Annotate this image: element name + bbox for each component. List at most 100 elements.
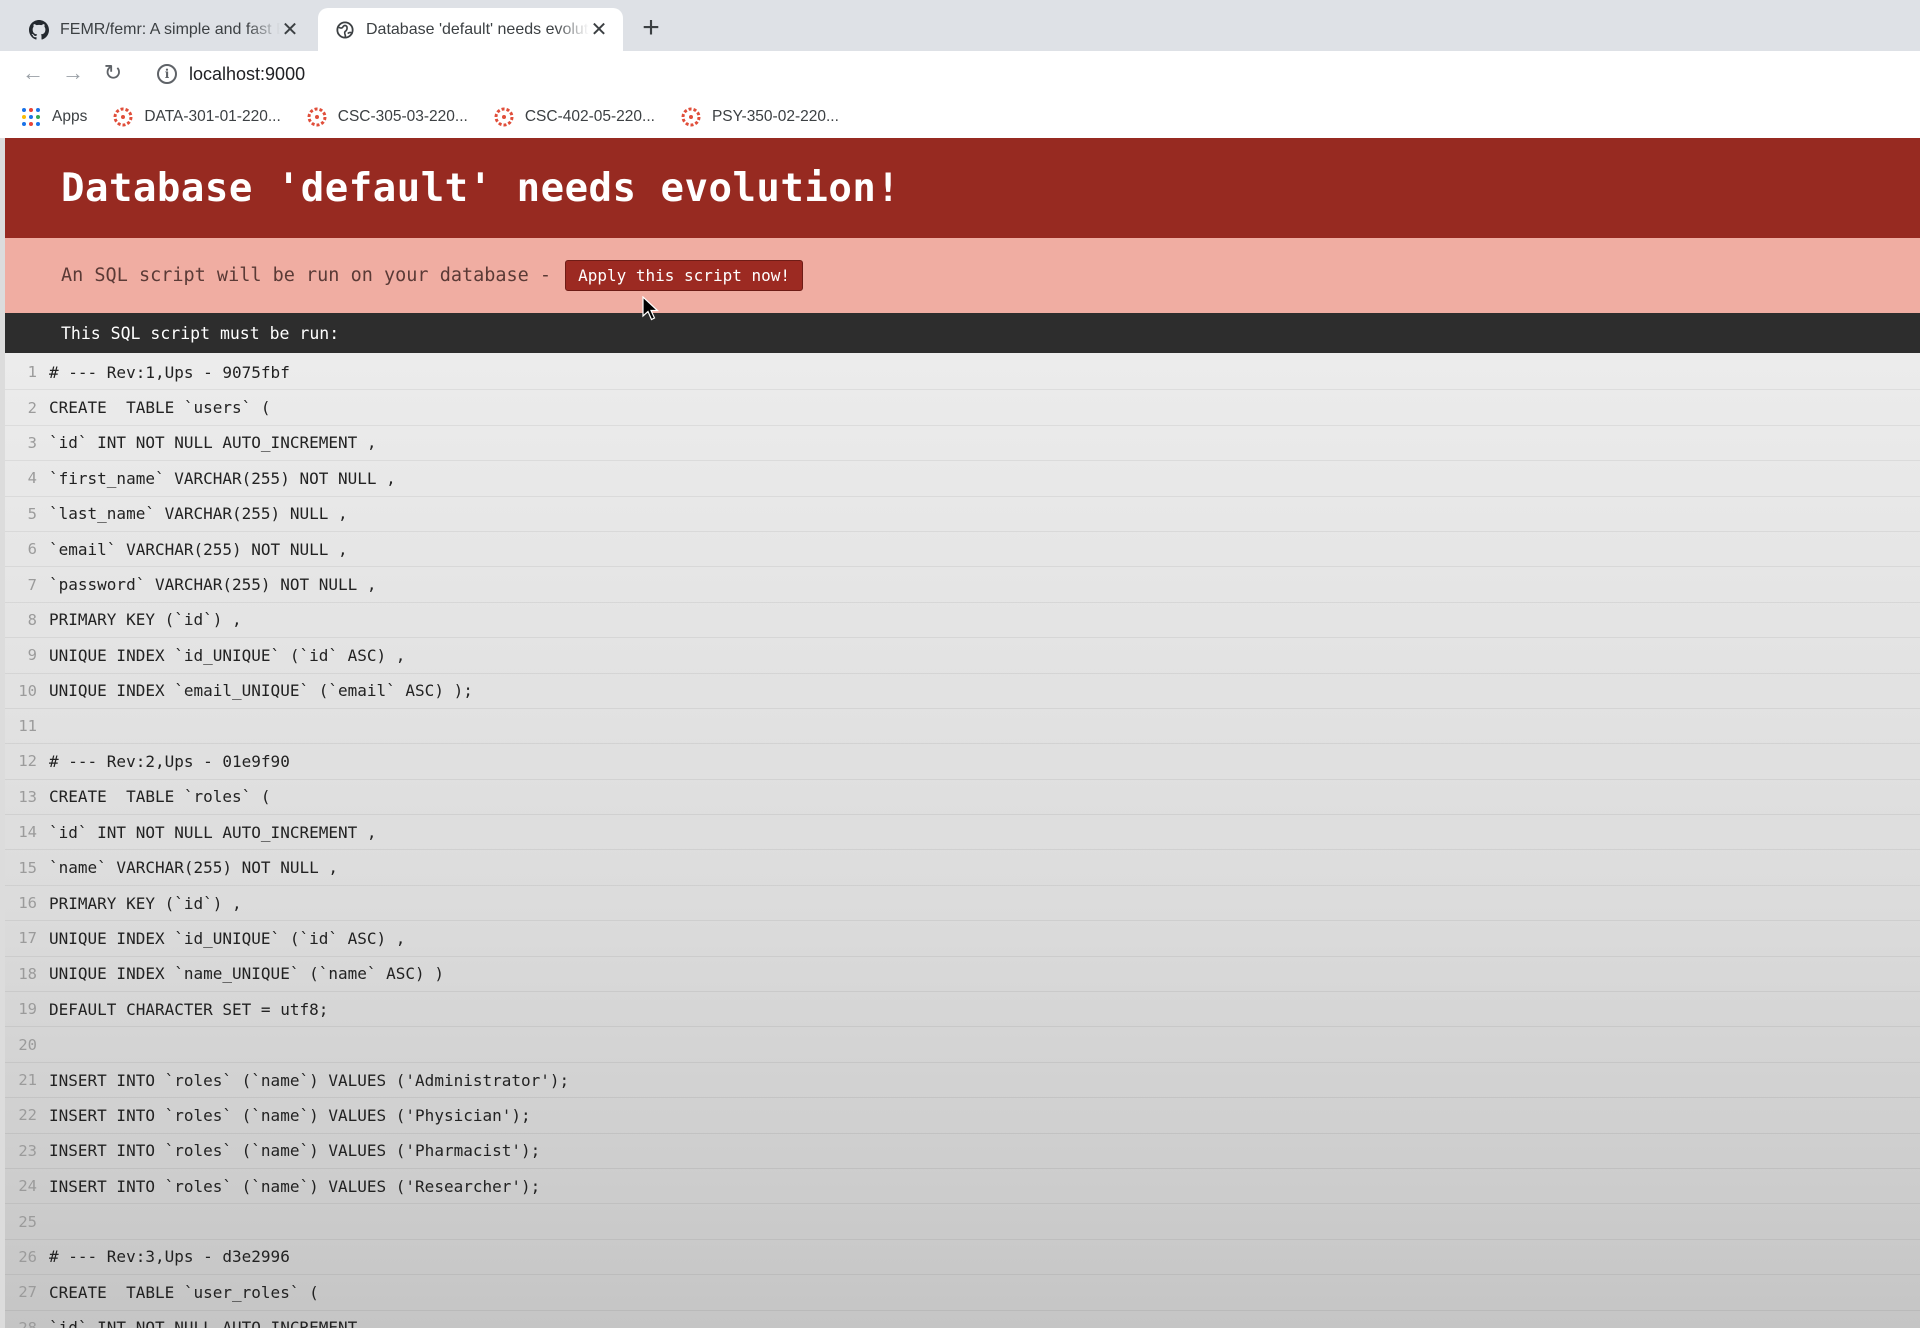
info-icon[interactable]: i <box>157 64 177 84</box>
line-text: `email` VARCHAR(255) NOT NULL , <box>49 539 348 559</box>
close-icon[interactable]: ✕ <box>589 17 609 42</box>
code-line: 12 # --- Rev:2,Ups - 01e9f90 <box>5 744 1920 780</box>
bookmark-data-301[interactable]: DATA-301-01-220... <box>112 106 281 128</box>
back-arrow-icon[interactable]: ← <box>18 58 48 88</box>
reload-icon[interactable]: ↻ <box>98 58 128 88</box>
apply-script-button[interactable]: Apply this script now! <box>565 260 803 291</box>
line-text: INSERT INTO `roles` (`name`) VALUES ('Re… <box>49 1176 541 1196</box>
bookmark-psy-350[interactable]: PSY-350-02-220... <box>680 106 839 128</box>
code-line: 16 PRIMARY KEY (`id`) , <box>5 886 1920 922</box>
line-text: INSERT INTO `roles` (`name`) VALUES ('Ph… <box>49 1105 531 1125</box>
line-number: 10 <box>18 681 37 700</box>
line-number: 28 <box>18 1318 37 1328</box>
line-text: CREATE TABLE `user_roles` ( <box>49 1282 319 1302</box>
code-line: 14 `id` INT NOT NULL AUTO_INCREMENT , <box>5 815 1920 851</box>
new-tab-button[interactable]: + <box>634 12 668 46</box>
line-text: INSERT INTO `roles` (`name`) VALUES ('Ad… <box>49 1070 570 1090</box>
line-text: INSERT INTO `roles` (`name`) VALUES ('Ph… <box>49 1141 541 1161</box>
line-number: 16 <box>18 894 37 913</box>
code-line: 3 `id` INT NOT NULL AUTO_INCREMENT , <box>5 426 1920 462</box>
code-line: 4 `first_name` VARCHAR(255) NOT NULL , <box>5 461 1920 497</box>
forward-arrow-icon[interactable]: → <box>58 58 88 88</box>
code-line: 17 UNIQUE INDEX `id_UNIQUE` (`id` ASC) , <box>5 921 1920 957</box>
code-line: 22 INSERT INTO `roles` (`name`) VALUES ('… <box>5 1098 1920 1134</box>
code-line: 19 DEFAULT CHARACTER SET = utf8; <box>5 992 1920 1028</box>
canvas-icon <box>307 107 327 127</box>
line-text: # --- Rev:2,Ups - 01e9f90 <box>49 751 290 771</box>
code-line: 6 `email` VARCHAR(255) NOT NULL , <box>5 532 1920 568</box>
script-header: This SQL script must be run: <box>5 313 1920 353</box>
line-number: 3 <box>27 433 37 452</box>
line-number: 24 <box>18 1177 37 1196</box>
line-text: `id` INT NOT NULL AUTO_INCREMENT , <box>49 433 377 453</box>
line-text: CREATE TABLE `users` ( <box>49 398 271 418</box>
bookmark-csc-402[interactable]: CSC-402-05-220... <box>493 106 655 128</box>
line-text: UNIQUE INDEX `id_UNIQUE` (`id` ASC) , <box>49 928 406 948</box>
line-text: `id` INT NOT NULL AUTO_INCREMENT , <box>49 822 377 842</box>
bookmark-label: PSY-350-02-220... <box>711 108 839 125</box>
code-line: 24 INSERT INTO `roles` (`name`) VALUES ('… <box>5 1169 1920 1205</box>
page-title: Database 'default' needs evolution! <box>61 165 901 211</box>
close-icon[interactable]: ✕ <box>280 17 300 42</box>
code-line: 2 CREATE TABLE `users` ( <box>5 390 1920 426</box>
code-line: 8 PRIMARY KEY (`id`) , <box>5 603 1920 639</box>
canvas-icon <box>494 107 514 127</box>
bookmark-label: DATA-301-01-220... <box>144 108 281 125</box>
line-number: 9 <box>27 646 37 665</box>
line-text: # --- Rev:3,Ups - d3e2996 <box>49 1247 290 1267</box>
code-line: 10 UNIQUE INDEX `email_UNIQUE` (`email` A… <box>5 674 1920 709</box>
code-line: 28 `id` INT NOT NULL AUTO_INCREMENT , <box>5 1311 1920 1328</box>
bookmark-label: CSC-402-05-220... <box>524 108 655 125</box>
line-number: 1 <box>27 363 37 382</box>
line-text: DEFAULT CHARACTER SET = utf8; <box>49 999 329 1019</box>
code-line: 9 UNIQUE INDEX `id_UNIQUE` (`id` ASC) , <box>5 638 1920 674</box>
canvas-icon <box>113 107 133 127</box>
code-line: 11 <box>5 709 1920 745</box>
tab-title: Database 'default' needs evolution! <box>366 20 589 38</box>
address-bar[interactable]: i localhost:9000 <box>145 55 1920 93</box>
code-line: 25 <box>5 1204 1920 1240</box>
code-line: 13 CREATE TABLE `roles` ( <box>5 780 1920 816</box>
line-number: 13 <box>18 787 37 806</box>
page-content: Database 'default' needs evolution! An S… <box>5 138 1920 1328</box>
line-number: 25 <box>18 1212 37 1231</box>
line-number: 2 <box>27 398 37 417</box>
line-number: 15 <box>18 858 37 877</box>
line-text: CREATE TABLE `roles` ( <box>49 787 271 807</box>
url-text: localhost:9000 <box>189 63 306 84</box>
bookmark-label: CSC-305-03-220... <box>337 108 468 125</box>
notice-bar: An SQL script will be run on your databa… <box>5 238 1920 313</box>
hero-banner: Database 'default' needs evolution! <box>5 138 1920 238</box>
code-line: 23 INSERT INTO `roles` (`name`) VALUES ('… <box>5 1134 1920 1169</box>
line-number: 4 <box>27 469 37 488</box>
sql-script-listing: 1 # --- Rev:1,Ups - 9075fbf 2 CREATE TABLE … <box>5 353 1920 1328</box>
browser-tab-strip: FEMR/femr: A simple and fast EMR ✕ Datab… <box>0 0 1920 51</box>
tab-database-evolution[interactable]: Database 'default' needs evolution! ✕ <box>318 8 623 51</box>
code-line: 5 `last_name` VARCHAR(255) NULL , <box>5 497 1920 532</box>
line-number: 21 <box>18 1071 37 1089</box>
line-number: 23 <box>18 1141 37 1160</box>
code-line: 18 UNIQUE INDEX `name_UNIQUE` (`name` ASC… <box>5 957 1920 993</box>
code-line: 7 `password` VARCHAR(255) NOT NULL , <box>5 567 1920 603</box>
code-line: 21 INSERT INTO `roles` (`name`) VALUES ('… <box>5 1063 1920 1099</box>
line-text: # --- Rev:1,Ups - 9075fbf <box>49 362 290 382</box>
line-text: `first_name` VARCHAR(255) NOT NULL , <box>49 468 396 488</box>
bookmark-csc-305[interactable]: CSC-305-03-220... <box>306 106 468 128</box>
line-number: 19 <box>18 1000 37 1019</box>
bookmark-apps[interactable]: Apps <box>22 108 87 126</box>
line-number: 7 <box>27 575 37 594</box>
line-number: 26 <box>18 1247 37 1266</box>
code-line: 1 # --- Rev:1,Ups - 9075fbf <box>5 355 1920 391</box>
notice-text: An SQL script will be run on your databa… <box>61 265 552 286</box>
globe-icon <box>334 19 356 41</box>
line-text: `id` INT NOT NULL AUTO_INCREMENT , <box>49 1318 377 1328</box>
line-number: 8 <box>27 610 37 629</box>
tab-femr-github[interactable]: FEMR/femr: A simple and fast EMR ✕ <box>12 8 314 51</box>
mouse-cursor-icon <box>642 296 660 321</box>
bookmarks-bar: Apps DATA-301-01-220... CSC-305-03-220..… <box>0 96 1920 138</box>
canvas-icon <box>681 107 701 127</box>
tab-title: FEMR/femr: A simple and fast EMR <box>60 20 280 38</box>
line-number: 6 <box>27 540 37 559</box>
line-text: `last_name` VARCHAR(255) NULL , <box>49 504 348 524</box>
apps-grid-icon <box>22 108 40 126</box>
